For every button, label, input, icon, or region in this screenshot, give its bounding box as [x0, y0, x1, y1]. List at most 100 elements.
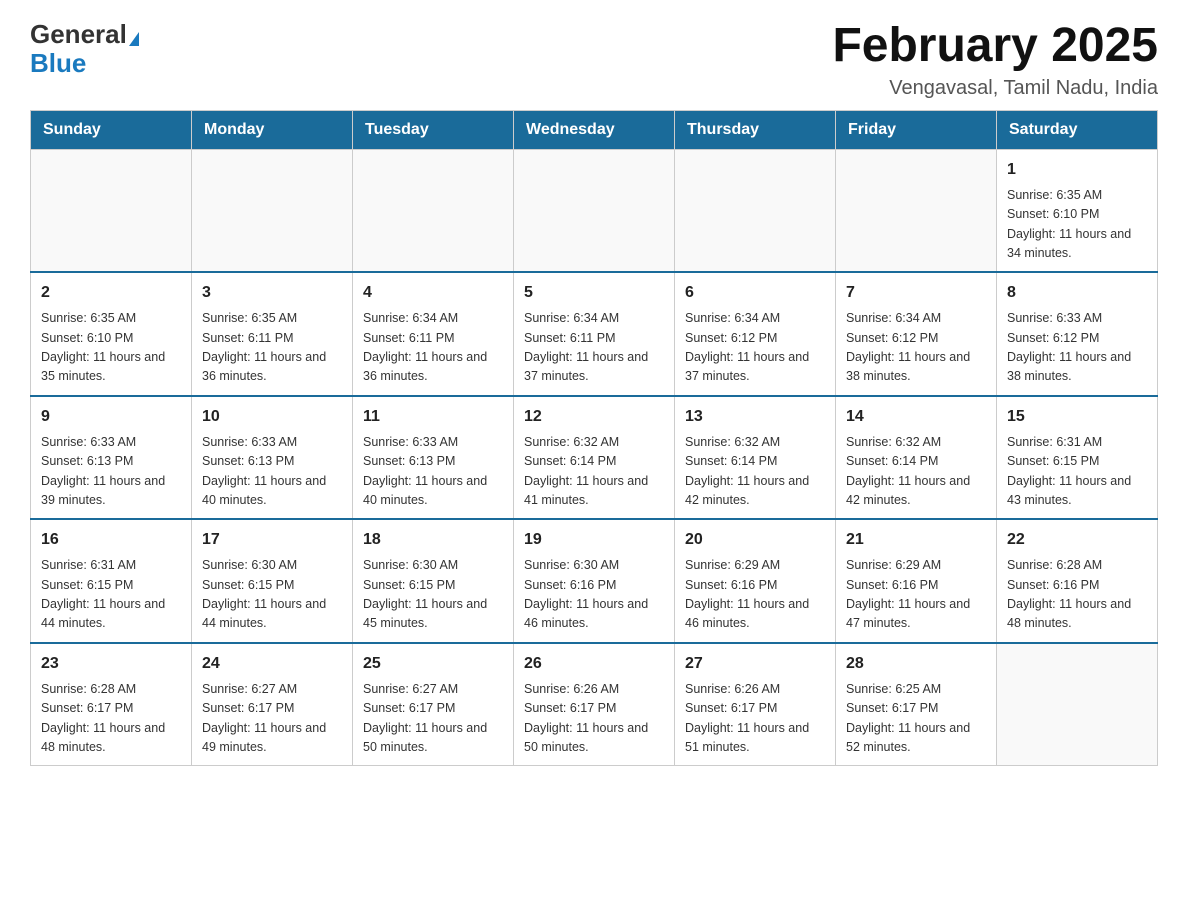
calendar-cell [514, 149, 675, 272]
day-number: 11 [363, 405, 503, 429]
calendar-cell: 17 Sunrise: 6:30 AM Sunset: 6:15 PM Dayli… [192, 519, 353, 643]
header-wednesday: Wednesday [514, 110, 675, 149]
calendar-cell: 25Sunrise: 6:27 AM Sunset: 6:17 PM Dayli… [353, 643, 514, 766]
calendar-cell: 11 Sunrise: 6:33 AM Sunset: 6:13 PM Dayli… [353, 396, 514, 520]
day-info: Sunrise: 6:26 AM Sunset: 6:17 PM Dayligh… [524, 680, 664, 758]
calendar-cell: 14Sunrise: 6:32 AM Sunset: 6:14 PM Dayli… [836, 396, 997, 520]
day-info: Sunrise: 6:30 AM Sunset: 6:16 PM Dayligh… [524, 556, 664, 634]
day-number: 3 [202, 281, 342, 305]
calendar-table: SundayMondayTuesdayWednesdayThursdayFrid… [30, 110, 1158, 767]
day-number: 14 [846, 405, 986, 429]
day-number: 15 [1007, 405, 1147, 429]
calendar-title: February 2025 [832, 20, 1158, 73]
day-info: Sunrise: 6:33 AM Sunset: 6:13 PM Dayligh… [41, 433, 181, 511]
header-row: SundayMondayTuesdayWednesdayThursdayFrid… [31, 110, 1158, 149]
day-number: 25 [363, 652, 503, 676]
day-number: 10 [202, 405, 342, 429]
day-info: Sunrise: 6:34 AM Sunset: 6:11 PM Dayligh… [524, 309, 664, 387]
day-info: Sunrise: 6:30 AM Sunset: 6:15 PM Dayligh… [363, 556, 503, 634]
calendar-cell [675, 149, 836, 272]
calendar-cell [997, 643, 1158, 766]
calendar-cell [31, 149, 192, 272]
calendar-cell: 15 Sunrise: 6:31 AM Sunset: 6:15 PM Dayli… [997, 396, 1158, 520]
day-info: Sunrise: 6:30 AM Sunset: 6:15 PM Dayligh… [202, 556, 342, 634]
week-row-1: 2 Sunrise: 6:35 AM Sunset: 6:10 PM Daylig… [31, 272, 1158, 396]
day-info: Sunrise: 6:33 AM Sunset: 6:13 PM Dayligh… [363, 433, 503, 511]
calendar-cell: 1 Sunrise: 6:35 AM Sunset: 6:10 PM Daylig… [997, 149, 1158, 272]
logo-bottom: Blue [30, 49, 86, 78]
header-friday: Friday [836, 110, 997, 149]
header-thursday: Thursday [675, 110, 836, 149]
day-info: Sunrise: 6:28 AM Sunset: 6:16 PM Dayligh… [1007, 556, 1147, 634]
day-info: Sunrise: 6:27 AM Sunset: 6:17 PM Dayligh… [202, 680, 342, 758]
calendar-cell: 19 Sunrise: 6:30 AM Sunset: 6:16 PM Dayli… [514, 519, 675, 643]
logo-top: General [30, 20, 139, 49]
day-number: 26 [524, 652, 664, 676]
title-block: February 2025 Vengavasal, Tamil Nadu, In… [832, 20, 1158, 100]
calendar-cell: 27Sunrise: 6:26 AM Sunset: 6:17 PM Dayli… [675, 643, 836, 766]
day-number: 19 [524, 528, 664, 552]
week-row-3: 16 Sunrise: 6:31 AM Sunset: 6:15 PM Dayli… [31, 519, 1158, 643]
day-info: Sunrise: 6:33 AM Sunset: 6:13 PM Dayligh… [202, 433, 342, 511]
calendar-cell: 28Sunrise: 6:25 AM Sunset: 6:17 PM Dayli… [836, 643, 997, 766]
day-info: Sunrise: 6:29 AM Sunset: 6:16 PM Dayligh… [685, 556, 825, 634]
day-number: 5 [524, 281, 664, 305]
day-number: 20 [685, 528, 825, 552]
calendar-cell: 7Sunrise: 6:34 AM Sunset: 6:12 PM Daylig… [836, 272, 997, 396]
logo-triangle-icon [129, 32, 139, 46]
day-info: Sunrise: 6:35 AM Sunset: 6:10 PM Dayligh… [1007, 186, 1147, 264]
header-sunday: Sunday [31, 110, 192, 149]
calendar-cell: 10 Sunrise: 6:33 AM Sunset: 6:13 PM Dayli… [192, 396, 353, 520]
day-number: 12 [524, 405, 664, 429]
calendar-cell [192, 149, 353, 272]
day-info: Sunrise: 6:33 AM Sunset: 6:12 PM Dayligh… [1007, 309, 1147, 387]
week-row-2: 9 Sunrise: 6:33 AM Sunset: 6:13 PM Daylig… [31, 396, 1158, 520]
calendar-cell [836, 149, 997, 272]
day-number: 18 [363, 528, 503, 552]
calendar-cell: 23 Sunrise: 6:28 AM Sunset: 6:17 PM Dayli… [31, 643, 192, 766]
day-info: Sunrise: 6:31 AM Sunset: 6:15 PM Dayligh… [1007, 433, 1147, 511]
calendar-cell: 8 Sunrise: 6:33 AM Sunset: 6:12 PM Daylig… [997, 272, 1158, 396]
day-info: Sunrise: 6:31 AM Sunset: 6:15 PM Dayligh… [41, 556, 181, 634]
calendar-cell: 24Sunrise: 6:27 AM Sunset: 6:17 PM Dayli… [192, 643, 353, 766]
day-number: 16 [41, 528, 181, 552]
day-number: 8 [1007, 281, 1147, 305]
calendar-body: 1 Sunrise: 6:35 AM Sunset: 6:10 PM Daylig… [31, 149, 1158, 766]
calendar-header: SundayMondayTuesdayWednesdayThursdayFrid… [31, 110, 1158, 149]
calendar-cell [353, 149, 514, 272]
logo-general-text: General [30, 19, 127, 49]
calendar-cell: 22 Sunrise: 6:28 AM Sunset: 6:16 PM Dayli… [997, 519, 1158, 643]
week-row-0: 1 Sunrise: 6:35 AM Sunset: 6:10 PM Daylig… [31, 149, 1158, 272]
calendar-cell: 20 Sunrise: 6:29 AM Sunset: 6:16 PM Dayli… [675, 519, 836, 643]
logo: General Blue [30, 20, 139, 77]
page-header: General Blue February 2025 Vengavasal, T… [30, 20, 1158, 100]
day-info: Sunrise: 6:28 AM Sunset: 6:17 PM Dayligh… [41, 680, 181, 758]
logo-blue-text: Blue [30, 48, 86, 78]
day-info: Sunrise: 6:29 AM Sunset: 6:16 PM Dayligh… [846, 556, 986, 634]
day-number: 22 [1007, 528, 1147, 552]
day-info: Sunrise: 6:34 AM Sunset: 6:11 PM Dayligh… [363, 309, 503, 387]
day-number: 1 [1007, 158, 1147, 182]
day-number: 4 [363, 281, 503, 305]
day-info: Sunrise: 6:32 AM Sunset: 6:14 PM Dayligh… [685, 433, 825, 511]
day-number: 9 [41, 405, 181, 429]
week-row-4: 23 Sunrise: 6:28 AM Sunset: 6:17 PM Dayli… [31, 643, 1158, 766]
calendar-cell: 4 Sunrise: 6:34 AM Sunset: 6:11 PM Daylig… [353, 272, 514, 396]
day-info: Sunrise: 6:34 AM Sunset: 6:12 PM Dayligh… [685, 309, 825, 387]
header-tuesday: Tuesday [353, 110, 514, 149]
day-number: 23 [41, 652, 181, 676]
day-number: 17 [202, 528, 342, 552]
day-number: 21 [846, 528, 986, 552]
header-monday: Monday [192, 110, 353, 149]
day-info: Sunrise: 6:25 AM Sunset: 6:17 PM Dayligh… [846, 680, 986, 758]
calendar-cell: 16 Sunrise: 6:31 AM Sunset: 6:15 PM Dayli… [31, 519, 192, 643]
calendar-subtitle: Vengavasal, Tamil Nadu, India [832, 77, 1158, 100]
calendar-cell: 18 Sunrise: 6:30 AM Sunset: 6:15 PM Dayli… [353, 519, 514, 643]
calendar-cell: 26 Sunrise: 6:26 AM Sunset: 6:17 PM Dayli… [514, 643, 675, 766]
day-info: Sunrise: 6:35 AM Sunset: 6:10 PM Dayligh… [41, 309, 181, 387]
calendar-cell: 9 Sunrise: 6:33 AM Sunset: 6:13 PM Daylig… [31, 396, 192, 520]
day-number: 6 [685, 281, 825, 305]
day-number: 2 [41, 281, 181, 305]
calendar-cell: 5 Sunrise: 6:34 AM Sunset: 6:11 PM Daylig… [514, 272, 675, 396]
day-info: Sunrise: 6:26 AM Sunset: 6:17 PM Dayligh… [685, 680, 825, 758]
